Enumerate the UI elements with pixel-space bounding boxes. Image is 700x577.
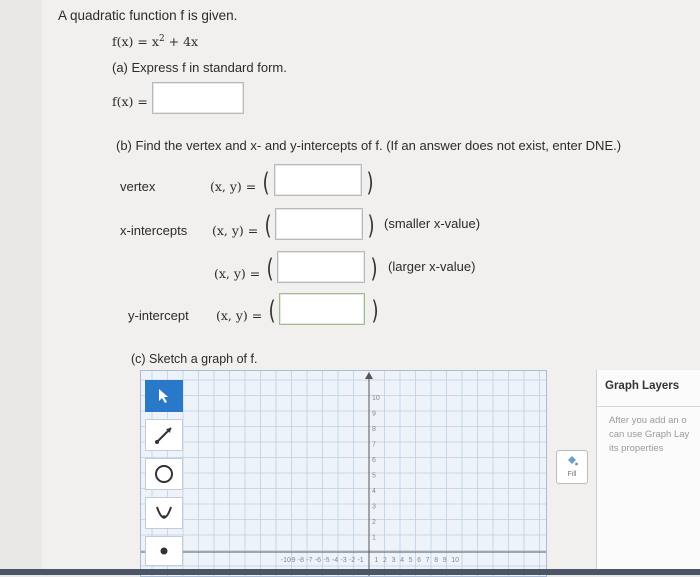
- graph-layers-panel: Graph Layers After you add an o can use …: [596, 370, 700, 575]
- graph-layers-title: Graph Layers: [605, 380, 680, 392]
- x-tick-label: -3: [340, 557, 346, 564]
- x-tick-label: 2: [383, 557, 387, 564]
- x-int-large-open-paren: (: [266, 254, 274, 284]
- point-icon: [160, 547, 168, 555]
- problem-intro: A quadratic function f is given.: [58, 8, 238, 23]
- x-int-large-pair-label: (x, y) =: [214, 266, 261, 281]
- vertex-label: vertex: [120, 179, 156, 194]
- x-tick-label: 7: [426, 557, 430, 564]
- x-intercepts-label: x-intercepts: [120, 223, 188, 238]
- x-tick-label: 4: [400, 557, 404, 564]
- line-tool[interactable]: [145, 419, 183, 451]
- x-tick-label: -9: [289, 557, 295, 564]
- y-intercept-label: y-intercept: [128, 308, 189, 323]
- x-int-large-close-paren: ): [370, 254, 378, 284]
- function-lhs: f(x) =: [112, 34, 148, 50]
- function-definition: f(x) = x2 + 4x: [112, 34, 198, 49]
- circle-icon: [155, 465, 173, 483]
- cursor-arrow-icon: [159, 389, 168, 403]
- x-int-small-open-paren: (: [264, 211, 272, 241]
- y-int-close-paren: ): [371, 296, 379, 326]
- x-tick-label: -7: [306, 557, 312, 564]
- part-c-label: (c) Sketch a graph of f.: [131, 352, 258, 366]
- y-int-open-paren: (: [268, 296, 276, 326]
- x-tick-label: -2: [349, 557, 355, 564]
- x-tick-label: 1: [375, 557, 379, 564]
- x-tick-label: 5: [409, 557, 413, 564]
- paint-bucket-icon: [568, 456, 578, 466]
- larger-x-value-note: (larger x-value): [388, 259, 476, 274]
- part-a-label: (a) Express f in standard form.: [112, 60, 287, 75]
- y-intercept-input[interactable]: [279, 293, 365, 325]
- x-intercept-larger-input[interactable]: [277, 251, 365, 283]
- y-tick-label: 2: [372, 519, 376, 526]
- x-intercept-smaller-input[interactable]: [275, 208, 363, 240]
- y-tick-label: 3: [372, 504, 376, 511]
- parabola-icon: [156, 506, 172, 519]
- y-int-pair-label: (x, y) =: [216, 308, 263, 323]
- graph-grid[interactable]: 10987654321-10-9 -8 -7 -6 -5 -4 -3 -2 -1 1 2 3 4 5 6 7 8…: [141, 371, 546, 576]
- part-b-label: (b) Find the vertex and x- and y-interce…: [116, 138, 622, 153]
- y-tick-label: 7: [372, 442, 376, 449]
- y-tick-label: 4: [372, 488, 376, 495]
- bottom-bar: [0, 569, 700, 575]
- x-tick-label: 6: [417, 557, 421, 564]
- x-tick-label: -5: [323, 557, 329, 564]
- layers-help-line-2: can use Graph Lay: [609, 429, 690, 440]
- line-segment-icon: [155, 427, 172, 444]
- fill-label: Fill: [567, 471, 577, 478]
- x-tick-label: 8: [434, 557, 438, 564]
- x-tick-label: -6: [315, 557, 321, 564]
- layers-help-line-1: After you add an o: [609, 415, 687, 426]
- graph-canvas[interactable]: 10 9 8 7 6 5 4 3 2 1 -10 -9 -8 -7 -6 -5 -4 -3 -2 -1 1 2 3 4 5 6 7 8…: [140, 370, 547, 577]
- x-tick-label: 9: [443, 557, 447, 564]
- vertex-input[interactable]: [274, 164, 362, 196]
- y-tick-label: 8: [372, 426, 376, 433]
- standard-form-input[interactable]: [152, 82, 244, 114]
- x-tick-label: -1: [357, 557, 363, 564]
- function-tail: + 4x: [164, 34, 199, 50]
- layers-help-line-3: its properties: [609, 443, 664, 454]
- part-a-answer-label: f(x) =: [112, 94, 148, 109]
- circle-tool[interactable]: [145, 458, 183, 490]
- fill-button[interactable]: Fill: [556, 450, 588, 484]
- y-tick-label: 6: [372, 457, 376, 464]
- point-tool[interactable]: [145, 536, 183, 566]
- y-tick-label: 5: [372, 473, 376, 480]
- y-tick-label: 10: [372, 395, 380, 402]
- parabola-tool[interactable]: [145, 497, 183, 529]
- x-int-small-pair-label: (x, y) =: [212, 223, 259, 238]
- vertex-close-paren: ): [366, 168, 374, 198]
- y-axis-arrow: [365, 372, 373, 379]
- function-base: x: [151, 34, 159, 50]
- smaller-x-value-note: (smaller x-value): [384, 216, 481, 231]
- pointer-tool[interactable]: [145, 380, 183, 412]
- x-tick-label: 10: [451, 557, 459, 564]
- x-tick-label: -4: [332, 557, 338, 564]
- y-tick-label: 9: [372, 411, 376, 418]
- x-tick-label: -8: [298, 557, 304, 564]
- vertex-open-paren: (: [262, 168, 270, 198]
- layers-help-text: After you add an o can use Graph Lay its…: [609, 414, 689, 456]
- x-tick-label: 3: [392, 557, 396, 564]
- y-tick-label: 1: [372, 535, 376, 542]
- x-int-small-close-paren: ): [367, 211, 375, 241]
- layers-divider: [597, 406, 700, 407]
- vertex-pair-label: (x, y) =: [210, 179, 257, 194]
